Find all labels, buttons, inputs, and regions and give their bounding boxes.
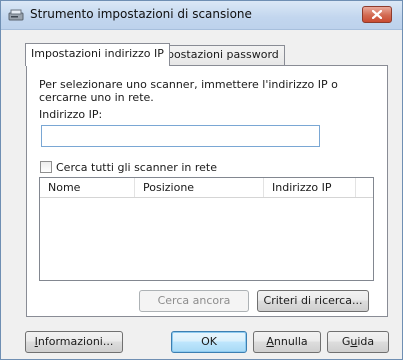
list-header: Nome Posizione Indirizzo IP	[40, 178, 373, 198]
close-button[interactable]	[362, 6, 392, 23]
title-bar[interactable]: Strumento impostazioni di scansione	[1, 1, 402, 30]
column-header-location[interactable]: Posizione	[135, 178, 264, 197]
scanner-list[interactable]: Nome Posizione Indirizzo IP	[39, 177, 374, 281]
information-label-post: nformazioni...	[37, 335, 114, 348]
help-button[interactable]: Guida	[327, 331, 389, 353]
tab-label: Impostazioni indirizzo IP	[31, 47, 164, 60]
window-title: Strumento impostazioni di scansione	[30, 7, 252, 21]
instructions-text: Per selezionare uno scanner, immettere l…	[39, 78, 338, 104]
cancel-label-accel: A	[266, 335, 274, 348]
tab-panel: Per selezionare uno scanner, immettere l…	[26, 65, 388, 317]
scanner-icon	[8, 8, 24, 22]
search-criteria-button[interactable]: Criteri di ricerca...	[257, 290, 369, 312]
information-button[interactable]: Informazioni...	[25, 331, 123, 353]
ok-button[interactable]: OK	[171, 331, 247, 353]
search-all-checkbox[interactable]	[40, 161, 52, 173]
cancel-button[interactable]: Annulla	[253, 331, 321, 353]
column-header-ip[interactable]: Indirizzo IP	[264, 178, 356, 197]
ip-address-label: Indirizzo IP:	[39, 108, 103, 121]
ip-address-input[interactable]	[41, 125, 320, 147]
tab-label: Impostazioni password	[153, 48, 279, 61]
cancel-label-post: nnulla	[273, 335, 308, 348]
help-label-post: ida	[357, 335, 375, 348]
search-again-button[interactable]: Cerca ancora	[139, 290, 249, 312]
tab-ip-settings[interactable]: Impostazioni indirizzo IP	[25, 43, 170, 66]
close-icon	[372, 10, 382, 19]
column-header-name[interactable]: Nome	[40, 178, 135, 197]
dialog-window: Strumento impostazioni di scansione Impo…	[0, 0, 403, 360]
search-all-label[interactable]: Cerca tutti gli scanner in rete	[56, 161, 217, 174]
